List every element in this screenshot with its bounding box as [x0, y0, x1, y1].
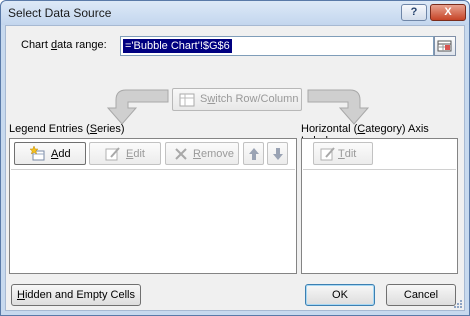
- close-button[interactable]: X: [430, 4, 466, 21]
- add-series-button[interactable]: Add: [14, 142, 86, 165]
- chart-data-range-value: ='Bubble Chart'!$G$6: [123, 39, 232, 53]
- edit-label: Edit: [126, 148, 145, 160]
- collapse-dialog-button[interactable]: [434, 36, 456, 56]
- switch-row-column-icon: [179, 93, 195, 107]
- chart-data-range-input[interactable]: ='Bubble Chart'!$G$6: [120, 36, 434, 56]
- edit-axis-labels-button[interactable]: Tdit: [313, 142, 373, 165]
- legend-entries-panel: Add Edit Remove: [9, 138, 297, 274]
- dialog-body: Chart data range: ='Bubble Chart'!$G$6 S: [5, 25, 465, 311]
- cancel-button[interactable]: Cancel: [386, 284, 456, 306]
- move-up-button[interactable]: [243, 142, 264, 165]
- series-list[interactable]: [11, 169, 295, 271]
- hidden-empty-cells-button[interactable]: Hidden and Empty Cells: [11, 284, 141, 306]
- left-curved-arrow-icon: [106, 89, 169, 125]
- resize-grip-icon[interactable]: [453, 299, 463, 309]
- ok-button[interactable]: OK: [305, 284, 375, 306]
- move-down-button[interactable]: [267, 142, 288, 165]
- add-label: Add: [51, 148, 71, 160]
- switch-row-column-label: Switch Row/Column: [200, 93, 299, 105]
- select-data-source-dialog: Select Data Source ? X Chart data range:…: [0, 0, 470, 316]
- edit-series-button[interactable]: Edit: [89, 142, 161, 165]
- add-icon: [30, 146, 45, 161]
- edit-axis-label: Tdit: [338, 148, 357, 160]
- arrow-up-icon: [249, 148, 259, 160]
- dialog-title: Select Data Source: [8, 6, 112, 20]
- axis-labels-panel: Tdit: [301, 138, 458, 274]
- help-button[interactable]: ?: [401, 4, 427, 21]
- remove-icon: [175, 148, 187, 160]
- title-bar: Select Data Source ? X: [1, 1, 469, 25]
- chart-data-range-label: Chart data range:: [21, 39, 107, 51]
- edit-axis-icon: [320, 147, 335, 161]
- remove-label: Remove: [193, 148, 234, 160]
- collapse-dialog-icon: [437, 40, 452, 52]
- remove-series-button[interactable]: Remove: [165, 142, 239, 165]
- axis-labels-list[interactable]: [303, 169, 456, 271]
- edit-icon: [105, 147, 120, 161]
- legend-entries-label: Legend Entries (Series): [9, 123, 125, 135]
- arrow-down-icon: [273, 148, 283, 160]
- switch-row-column-button[interactable]: Switch Row/Column: [172, 88, 302, 111]
- right-curved-arrow-icon: [307, 89, 370, 125]
